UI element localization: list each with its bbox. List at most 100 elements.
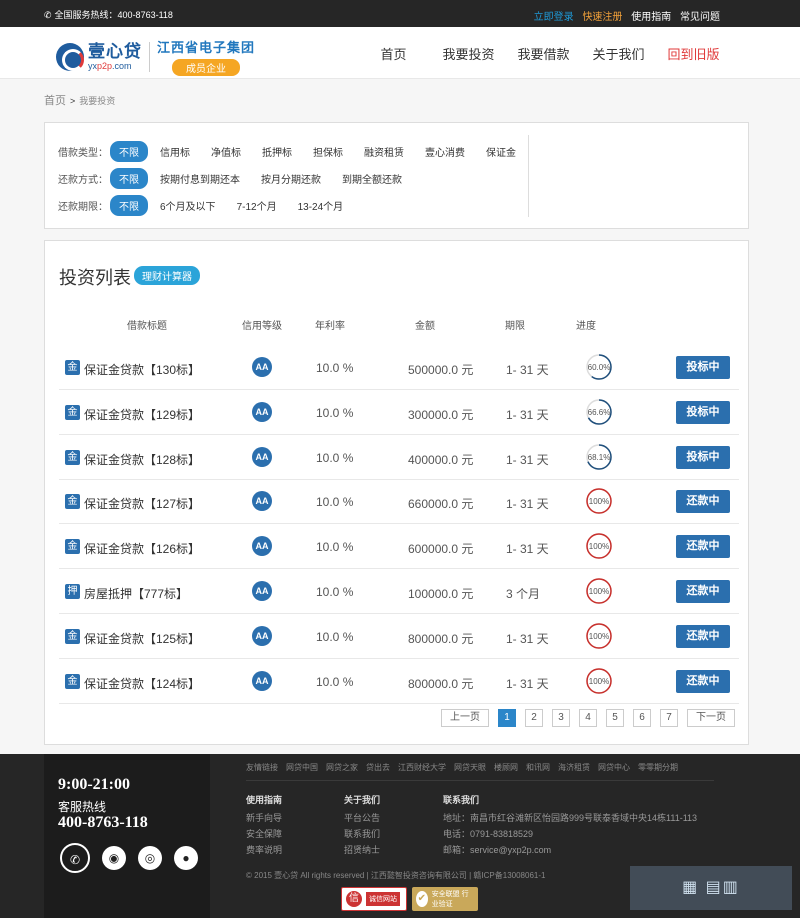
friend-link[interactable]: 和讯网	[526, 762, 550, 773]
friend-link[interactable]: 江西财经大学	[398, 762, 446, 773]
loan-title[interactable]: 保证金贷款【129标】	[84, 406, 200, 423]
page-button-6[interactable]: 6	[633, 709, 651, 727]
col-header-rate: 年利率	[315, 321, 345, 332]
next-page-button[interactable]: 下一页	[687, 709, 735, 727]
faq-link[interactable]: 常见问题	[680, 12, 720, 23]
phone-icon[interactable]: ✆	[60, 843, 90, 873]
loan-status-button[interactable]: 还款中	[676, 535, 730, 559]
friend-link[interactable]: 网贷中国	[286, 762, 318, 773]
register-link[interactable]: 快速注册	[582, 12, 622, 23]
filter-option[interactable]: 担保标	[313, 144, 343, 159]
progress-ring: 100%	[586, 578, 612, 604]
page-button-2[interactable]: 2	[525, 709, 543, 727]
top-links: 立即登录 快速注册 使用指南 常见问题	[528, 8, 720, 23]
footer-link[interactable]: 平台公告	[344, 810, 380, 826]
cert-badge-security[interactable]: ✔ 安全联盟 行业验证	[412, 887, 478, 911]
prev-page-button[interactable]: 上一页	[441, 709, 489, 727]
guide-link[interactable]: 使用指南	[631, 12, 671, 23]
loan-type-badge: 金	[65, 449, 80, 465]
progress-ring: 100%	[586, 667, 612, 694]
filter-option[interactable]: 壹心消费	[425, 144, 465, 159]
breadcrumb-home[interactable]: 首页	[44, 95, 66, 107]
cert-badge-credit[interactable]: 信诚信网站	[341, 887, 407, 911]
table-row[interactable]: 金保证金贷款【128标】 AA 10.0 % 400000.0 元 1- 31 天 68.…	[59, 435, 739, 480]
footer-link[interactable]: 招贤纳士	[344, 842, 380, 858]
loan-title[interactable]: 保证金贷款【127标】	[84, 495, 200, 512]
nav-home[interactable]: 首页	[356, 44, 431, 63]
login-link[interactable]: 立即登录	[534, 12, 574, 23]
loan-status-button[interactable]: 投标中	[676, 356, 730, 379]
friend-link[interactable]: 网贷中心	[598, 762, 630, 773]
friend-link[interactable]: 零零期分期	[638, 762, 678, 773]
nav-old-version[interactable]: 回到旧版	[656, 44, 731, 63]
table-row[interactable]: 金保证金贷款【124标】 AA 10.0 % 800000.0 元 1- 31 天 100…	[59, 659, 739, 704]
footer-link[interactable]: 安全保障	[246, 826, 282, 842]
filter-option[interactable]: 保证金	[486, 144, 516, 159]
qq-icon[interactable]: ●	[174, 846, 198, 870]
table-row[interactable]: 金保证金贷款【130标】 AA 10.0 % 500000.0 元 1- 31 天 60.…	[59, 345, 739, 390]
friend-links-title: 友情链接	[246, 763, 278, 772]
service-number: 400-8763-118	[58, 814, 148, 831]
loan-title[interactable]: 保证金贷款【130标】	[84, 361, 200, 378]
loan-status-button[interactable]: 投标中	[676, 400, 730, 424]
filter-option[interactable]: 信用标	[160, 144, 190, 159]
filter-option[interactable]: 不限	[110, 195, 148, 216]
table-row[interactable]: 金保证金贷款【125标】 AA 10.0 % 800000.0 元 1- 31 天 100…	[59, 614, 739, 659]
logo[interactable]: 壹心贷 yxp2p.com 江西省电子集团 成员企业	[56, 37, 255, 77]
loan-status-button[interactable]: 还款中	[676, 580, 730, 603]
loan-status-button[interactable]: 投标中	[676, 445, 730, 469]
friend-link[interactable]: 贷出去	[366, 762, 390, 773]
filter-label: 还款方式：	[58, 175, 108, 186]
weibo-icon[interactable]: ◎	[138, 846, 162, 870]
filter-option[interactable]: 13-24个月	[298, 198, 344, 213]
nav-invest[interactable]: 我要投资	[431, 44, 506, 63]
table-row[interactable]: 押房屋抵押【777标】 AA 10.0 % 100000.0 元 3 个月 100% 还款中	[59, 569, 739, 614]
loan-status-button[interactable]: 还款中	[676, 624, 730, 648]
loan-status-button[interactable]: 还款中	[676, 669, 730, 693]
friend-link[interactable]: 海济租赁	[558, 762, 590, 773]
footer-link[interactable]: 费率说明	[246, 842, 282, 858]
filter-option[interactable]: 按期付息到期还本	[160, 171, 240, 186]
filter-option[interactable]: 抵押标	[262, 144, 292, 159]
loan-title[interactable]: 保证金贷款【124标】	[84, 675, 200, 692]
loan-type-badge: 金	[65, 673, 80, 689]
loan-title[interactable]: 保证金贷款【125标】	[84, 630, 200, 647]
nav-about[interactable]: 关于我们	[581, 44, 656, 63]
page-button-4[interactable]: 4	[579, 709, 597, 727]
page-button-3[interactable]: 3	[552, 709, 570, 727]
contact-email[interactable]: 邮箱：service@yxp2p.com	[443, 842, 697, 858]
table-row[interactable]: 金保证金贷款【127标】 AA 10.0 % 660000.0 元 1- 31 天 100…	[59, 479, 739, 525]
nav-borrow[interactable]: 我要借款	[506, 44, 581, 63]
wechat-icon[interactable]: ◉	[102, 846, 126, 870]
filter-option[interactable]: 7-12个月	[237, 198, 277, 213]
page-button-7[interactable]: 7	[660, 709, 678, 727]
filter-option[interactable]: 6个月及以下	[160, 198, 216, 213]
filter-option[interactable]: 不限	[110, 168, 148, 189]
loan-status-button[interactable]: 还款中	[676, 490, 730, 514]
breadcrumb-current: 我要投资	[79, 96, 116, 106]
filter-option[interactable]: 不限	[110, 141, 148, 162]
loan-title[interactable]: 房屋抵押【777标】	[84, 585, 188, 602]
friend-link[interactable]: 楼顾网	[494, 762, 518, 773]
filter-option[interactable]: 净值标	[211, 144, 241, 159]
page-button-1[interactable]: 1	[498, 709, 516, 727]
calculator-button[interactable]: 理财计算器	[134, 266, 200, 285]
progress-label: 100%	[589, 497, 609, 506]
col-header-title: 借款标题	[127, 321, 167, 332]
loan-amount: 300000.0 元	[408, 407, 474, 422]
filter-option[interactable]: 到期全额还款	[342, 171, 402, 186]
loan-amount: 400000.0 元	[408, 452, 474, 467]
friend-link[interactable]: 网贷之家	[326, 762, 358, 773]
loan-title[interactable]: 保证金贷款【128标】	[84, 451, 200, 468]
friend-link[interactable]: 网贷天眼	[454, 762, 486, 773]
footer-link[interactable]: 联系我们	[344, 826, 380, 842]
page-button-5[interactable]: 5	[606, 709, 624, 727]
table-row[interactable]: 金保证金贷款【126标】 AA 10.0 % 600000.0 元 1- 31 天 100…	[59, 524, 739, 570]
filter-option[interactable]: 融资租赁	[364, 144, 404, 159]
table-row[interactable]: 金保证金贷款【129标】 AA 10.0 % 300000.0 元 1- 31 天 66.…	[59, 390, 739, 435]
header: 壹心贷 yxp2p.com 江西省电子集团 成员企业 首页 我要投资 我要借款 …	[0, 27, 800, 79]
filter-option[interactable]: 按月分期还款	[261, 171, 321, 186]
footer-link[interactable]: 新手向导	[246, 810, 282, 826]
brand-url: yxp2p.com	[88, 62, 142, 71]
loan-title[interactable]: 保证金贷款【126标】	[84, 540, 200, 557]
